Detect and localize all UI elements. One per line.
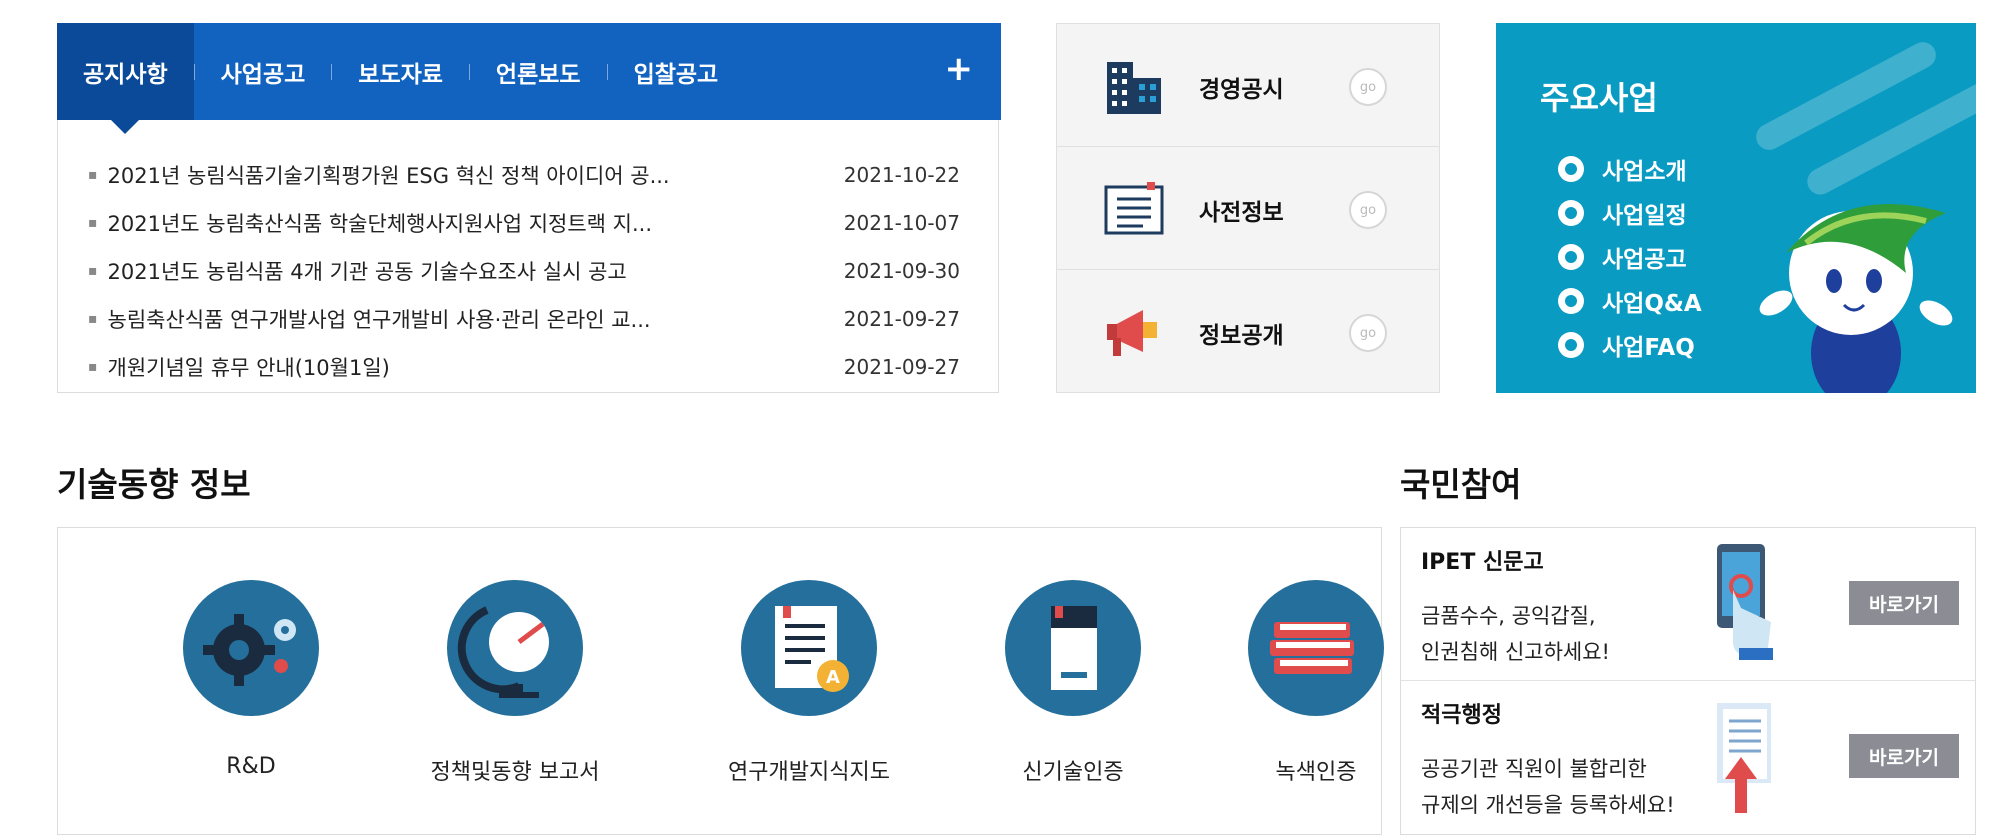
- bullet-icon: ▪: [88, 311, 98, 327]
- notice-list: ▪ 2021년 농림식품기술기획평가원 ESG 혁신 정책 아이디어 공... …: [88, 151, 960, 391]
- quick-link-label: 경영공시: [1199, 77, 1284, 103]
- notice-board: 공지사항 사업공고 보도자료 언론보도 입찰공고 + ▪ 2021년 농림식품기…: [57, 23, 1001, 393]
- notice-date: 2021-09-27: [843, 355, 960, 379]
- participation-item-title: 적극행정: [1421, 703, 1502, 728]
- notice-date: 2021-10-22: [843, 163, 960, 187]
- document-a-icon: A: [741, 580, 877, 716]
- notice-date: 2021-10-07: [843, 211, 960, 235]
- quick-links-panel: 경영공시 go 사전정보 go 정보공개 go: [1056, 23, 1440, 393]
- go-shortcut-button[interactable]: 바로가기: [1849, 734, 1959, 778]
- business-item-label: 사업공고: [1602, 247, 1687, 273]
- tech-item-rnd[interactable]: R&D: [131, 580, 371, 779]
- document-icon: [1558, 244, 1584, 270]
- tech-item-label: 정책및동향 보고서: [430, 760, 600, 785]
- quick-link-label: 사전정보: [1199, 200, 1284, 226]
- tab-bid-announcement[interactable]: 입찰공고: [608, 23, 745, 120]
- bullet-icon: ▪: [88, 215, 98, 231]
- phone-touch-icon: [1717, 544, 1773, 660]
- tab-media-coverage[interactable]: 언론보도: [470, 23, 607, 120]
- main-business-banner: 주요사업 사업소개 사업일정 사업공고 사업Q&A 사업FAQ: [1496, 23, 1976, 393]
- document-board-icon: [1104, 182, 1164, 235]
- business-item-label: 사업Q&A: [1602, 291, 1702, 317]
- quick-link-management-disclosure[interactable]: 경영공시 go: [1057, 24, 1439, 147]
- participation-item-desc: 금품수수, 공익갑질, 인권침해 신고하세요!: [1421, 604, 1610, 664]
- notice-item[interactable]: ▪ 농림축산식품 연구개발사업 연구개발비 사용·관리 온라인 교... 202…: [88, 295, 960, 343]
- business-item-intro[interactable]: 사업소개: [1558, 147, 1702, 191]
- notice-item[interactable]: ▪ 2021년도 농림축산식품 학술단체행사지원사업 지정트랙 지... 202…: [88, 199, 960, 247]
- business-item-label: 사업FAQ: [1602, 335, 1695, 361]
- tech-item-label: R&D: [226, 754, 276, 779]
- participation-title: 국민참여: [1400, 465, 1522, 504]
- participation-item-title: IPET 신문고: [1421, 550, 1544, 575]
- svg-text:A: A: [826, 667, 840, 688]
- tech-trend-box: R&D 정책및동향 보고서 A 연구개발지식지도 신기술인증 녹색인증: [57, 527, 1384, 835]
- participation-item-desc: 공공기관 직원이 불합리한 규제의 개선등을 등록하세요!: [1421, 757, 1675, 817]
- participation-item-ipet: IPET 신문고 금품수수, 공익갑질, 인권침해 신고하세요! 바로가기: [1401, 528, 1975, 681]
- business-item-announcement[interactable]: 사업공고: [1558, 235, 1702, 279]
- notice-title[interactable]: 농림축산식품 연구개발사업 연구개발비 사용·관리 온라인 교...: [108, 304, 841, 334]
- notice-date: 2021-09-30: [843, 259, 960, 283]
- business-item-schedule[interactable]: 사업일정: [1558, 191, 1702, 235]
- gears-icon: [183, 580, 319, 716]
- business-item-label: 사업일정: [1602, 203, 1687, 229]
- bullet-icon: ▪: [88, 167, 98, 183]
- participation-item-proactive-admin: 적극행정 공공기관 직원이 불합리한 규제의 개선등을 등록하세요! 바로가기: [1401, 681, 1975, 834]
- building-icon: [1107, 62, 1161, 114]
- business-menu: 사업소개 사업일정 사업공고 사업Q&A 사업FAQ: [1558, 147, 1702, 367]
- tab-notice[interactable]: 공지사항: [57, 23, 194, 134]
- participation-box: IPET 신문고 금품수수, 공익갑질, 인권침해 신고하세요! 바로가기 적극…: [1400, 527, 1976, 835]
- business-title: 주요사업: [1540, 79, 1658, 117]
- book-icon: [1005, 580, 1141, 716]
- go-shortcut-button[interactable]: 바로가기: [1849, 581, 1959, 625]
- notice-title[interactable]: 2021년도 농림축산식품 학술단체행사지원사업 지정트랙 지...: [108, 208, 841, 238]
- bullet-icon: ▪: [88, 263, 98, 279]
- tech-trend-title: 기술동향 정보: [57, 465, 251, 504]
- document-up-arrow-icon: [1717, 703, 1771, 813]
- notice-title[interactable]: 개원기념일 휴무 안내(10월1일): [108, 352, 841, 382]
- notice-item[interactable]: ▪ 2021년도 농림식품 4개 기관 공동 기술수요조사 실시 공고 2021…: [88, 247, 960, 295]
- tech-item-policy-report[interactable]: 정책및동향 보고서: [395, 580, 635, 786]
- more-plus-button[interactable]: +: [945, 49, 974, 89]
- notice-title[interactable]: 2021년도 농림식품 4개 기관 공동 기술수요조사 실시 공고: [108, 256, 841, 286]
- globe-icon: [447, 580, 583, 716]
- books-stack-icon: [1248, 580, 1384, 716]
- business-item-faq[interactable]: 사업FAQ: [1558, 323, 1702, 367]
- notice-item[interactable]: ▪ 개원기념일 휴무 안내(10월1일) 2021-09-27: [88, 343, 960, 391]
- faq-icon: [1558, 332, 1584, 358]
- tech-item-rnd-knowledge-map[interactable]: A 연구개발지식지도: [689, 580, 929, 786]
- bullet-icon: ▪: [88, 359, 98, 375]
- go-button[interactable]: go: [1349, 314, 1387, 352]
- tech-item-new-tech-cert[interactable]: 신기술인증: [953, 580, 1193, 786]
- calendar-icon: [1558, 200, 1584, 226]
- go-button[interactable]: go: [1349, 68, 1387, 106]
- question-icon: [1558, 288, 1584, 314]
- quick-link-prior-information[interactable]: 사전정보 go: [1057, 147, 1439, 270]
- monitor-icon: [1558, 156, 1584, 182]
- business-item-label: 사업소개: [1602, 159, 1687, 185]
- quick-link-information-disclosure[interactable]: 정보공개 go: [1057, 270, 1439, 393]
- notice-item[interactable]: ▪ 2021년 농림식품기술기획평가원 ESG 혁신 정책 아이디어 공... …: [88, 151, 960, 199]
- tab-business-announcement[interactable]: 사업공고: [195, 23, 332, 120]
- quick-link-label: 정보공개: [1199, 323, 1284, 349]
- business-item-qna[interactable]: 사업Q&A: [1558, 279, 1702, 323]
- notice-tabs: 공지사항 사업공고 보도자료 언론보도 입찰공고 +: [57, 23, 1001, 134]
- notice-title[interactable]: 2021년 농림식품기술기획평가원 ESG 혁신 정책 아이디어 공...: [108, 160, 841, 190]
- mascot-character-icon: [1759, 204, 1953, 393]
- go-button[interactable]: go: [1349, 191, 1387, 229]
- notice-date: 2021-09-27: [843, 307, 960, 331]
- tab-press-release[interactable]: 보도자료: [332, 23, 469, 120]
- tech-item-label: 신기술인증: [1022, 760, 1124, 785]
- megaphone-icon: [1107, 310, 1157, 356]
- tech-item-label: 연구개발지식지도: [728, 760, 890, 785]
